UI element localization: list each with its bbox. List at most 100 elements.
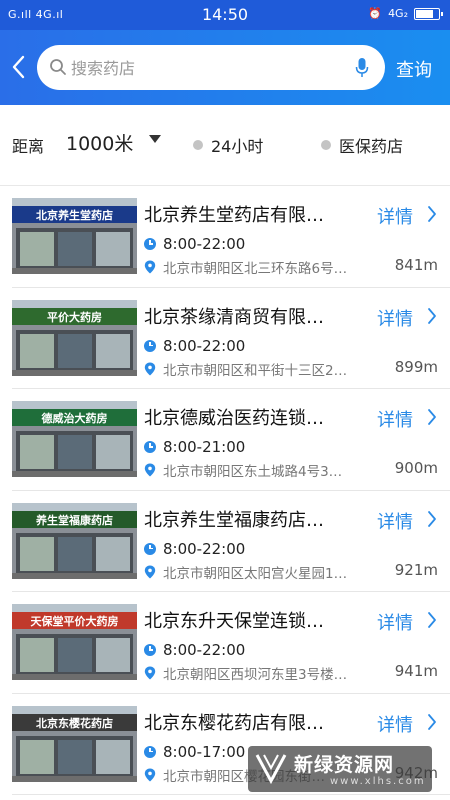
storefront-photo: 养生堂福康药店: [12, 502, 137, 579]
status-right: ⏰ 4G₂: [368, 7, 443, 20]
network-label: 4G₂: [388, 7, 408, 20]
filter-insurance-label: 医保药店: [339, 137, 404, 156]
search-input[interactable]: [71, 53, 341, 83]
search-icon: [50, 59, 66, 75]
header-bar: 查询: [0, 30, 450, 105]
filter-bar: 距离 1000米 24小时 医保药店: [0, 105, 450, 185]
back-button[interactable]: [8, 52, 30, 82]
store-sign-text: 北京养生堂药店: [36, 208, 113, 222]
battery-icon: [414, 7, 443, 20]
opening-hours: 8:00-21:00: [144, 438, 245, 456]
storefront-image: 平价大药房: [12, 299, 137, 376]
chevron-right-icon[interactable]: [427, 510, 437, 528]
filter-24h[interactable]: 24小时: [193, 133, 263, 157]
chevron-right-icon[interactable]: [427, 611, 437, 629]
location-pin-icon: [144, 463, 156, 477]
list-item[interactable]: 德威治大药房 北京德威治医药连锁… 详情 8:00-21:00 北京市朝阳区东土…: [12, 389, 450, 491]
chevron-right-icon[interactable]: [427, 307, 437, 325]
hours-text: 8:00-22:00: [163, 235, 246, 253]
watermark-subtitle: www.xlhs.com: [330, 776, 426, 787]
address: 北京朝阳区西坝河东里3号楼…: [144, 663, 347, 683]
opening-hours: 8:00-17:00: [144, 743, 245, 761]
hours-text: 8:00-22:00: [163, 641, 246, 659]
storefront-image: 北京东樱花药店: [12, 705, 137, 782]
address-text: 北京朝阳区西坝河东里3号楼…: [163, 667, 348, 683]
storefront-image: 养生堂福康药店: [12, 502, 137, 579]
address-text: 北京市朝阳区北三环东路6号…: [163, 261, 348, 277]
microphone-icon[interactable]: [355, 57, 369, 79]
filter-24h-label: 24小时: [211, 137, 264, 156]
status-bar: G.ıll 4G.ıl 14:50 ⏰ 4G₂: [0, 0, 450, 30]
store-sign-text: 北京东樱花药店: [36, 716, 113, 730]
storefront-photo: 德威治大药房: [12, 401, 137, 477]
watermark-logo-icon: [255, 754, 287, 785]
address: 北京市朝阳区和平街十三区2…: [144, 359, 347, 379]
location-pin-icon: [144, 768, 156, 781]
address: 北京市朝阳区太阳宫火星园1…: [144, 562, 347, 582]
storefront-photo: 北京东樱花药店: [12, 705, 137, 782]
opening-hours: 8:00-22:00: [144, 641, 245, 659]
address-text: 北京市朝阳区太阳宫火星园1…: [163, 565, 348, 582]
chevron-left-icon: [12, 55, 25, 79]
address: 北京市朝阳区东土城路4号3…: [144, 460, 342, 480]
filter-insurance[interactable]: 医保药店: [321, 133, 403, 157]
location-pin-icon: [144, 260, 156, 274]
pharmacy-list: 北京养生堂药店 北京养生堂药店有限… 详情 8:00-22:00 北京市朝阳区北…: [0, 186, 450, 795]
list-item[interactable]: 养生堂福康药店 北京养生堂福康药店… 详情 8:00-22:00 北京市朝阳区太…: [12, 491, 450, 592]
opening-hours: 8:00-22:00: [144, 337, 245, 355]
pharmacy-name: 北京养生堂福康药店…: [144, 509, 324, 531]
store-sign-text: 天保堂平价大药房: [31, 614, 119, 628]
detail-link[interactable]: 详情: [377, 203, 413, 229]
pharmacy-name: 北京养生堂药店有限…: [144, 205, 324, 226]
clock-icon: [144, 644, 156, 656]
hours-text: 8:00-22:00: [163, 336, 246, 355]
distance-select[interactable]: 1000米: [66, 129, 133, 156]
clock-icon: [144, 745, 156, 758]
detail-link[interactable]: 详情: [377, 305, 413, 331]
store-sign-text: 养生堂福康药店: [35, 513, 113, 527]
chevron-right-icon[interactable]: [427, 713, 437, 731]
storefront-image: 北京养生堂药店: [12, 198, 137, 274]
search-box[interactable]: [37, 45, 385, 90]
watermark-title: 新绿资源网: [294, 754, 395, 776]
hours-text: 8:00-21:00: [163, 438, 246, 456]
detail-link[interactable]: 详情: [377, 406, 413, 432]
detail-link[interactable]: 详情: [377, 711, 413, 737]
location-pin-icon: [144, 565, 156, 578]
opening-hours: 8:00-22:00: [144, 540, 245, 558]
clock-icon: [144, 339, 156, 352]
chevron-right-icon[interactable]: [427, 205, 437, 223]
distance-value: 941m: [394, 662, 438, 680]
pharmacy-name: 北京德威治医药连锁…: [144, 408, 324, 429]
clock-icon: [144, 441, 156, 453]
pharmacy-name: 北京东樱花药店有限…: [144, 712, 324, 734]
chevron-right-icon[interactable]: [427, 408, 437, 426]
distance-value: 899m: [394, 357, 438, 376]
hours-text: 8:00-22:00: [163, 539, 246, 558]
location-pin-icon: [144, 362, 156, 375]
caret-down-icon[interactable]: [149, 135, 161, 143]
list-item[interactable]: 北京养生堂药店 北京养生堂药店有限… 详情 8:00-22:00 北京市朝阳区北…: [12, 186, 450, 288]
list-item[interactable]: 天保堂平价大药房 北京东升天保堂连锁… 详情 8:00-22:00 北京朝阳区西…: [12, 592, 450, 694]
store-sign-text: 德威治大药房: [41, 411, 108, 425]
distance-value: 921m: [394, 560, 438, 579]
watermark: 新绿资源网 www.xlhs.com: [248, 746, 432, 792]
storefront-photo: 平价大药房: [12, 299, 137, 376]
distance-value: 900m: [394, 459, 438, 477]
address: 北京市朝阳区北三环东路6号…: [144, 257, 347, 277]
radio-dot-icon: [321, 140, 331, 150]
pharmacy-name: 北京东升天保堂连锁…: [144, 611, 324, 632]
pharmacy-name: 北京茶缘清商贸有限…: [144, 306, 324, 328]
detail-link[interactable]: 详情: [377, 609, 413, 635]
list-item[interactable]: 平价大药房 北京茶缘清商贸有限… 详情 8:00-22:00 北京市朝阳区和平街…: [12, 288, 450, 389]
query-button[interactable]: 查询: [396, 56, 432, 82]
alarm-icon: ⏰: [368, 7, 383, 20]
clock-icon: [144, 238, 156, 250]
store-sign-text: 平价大药房: [47, 310, 102, 324]
distance-label: 距离: [12, 137, 45, 156]
address-text: 北京市朝阳区东土城路4号3…: [163, 464, 343, 480]
storefront-image: 天保堂平价大药房: [12, 604, 137, 680]
storefront-photo: 北京养生堂药店: [12, 198, 137, 274]
clock-icon: [144, 542, 156, 555]
detail-link[interactable]: 详情: [377, 508, 413, 534]
